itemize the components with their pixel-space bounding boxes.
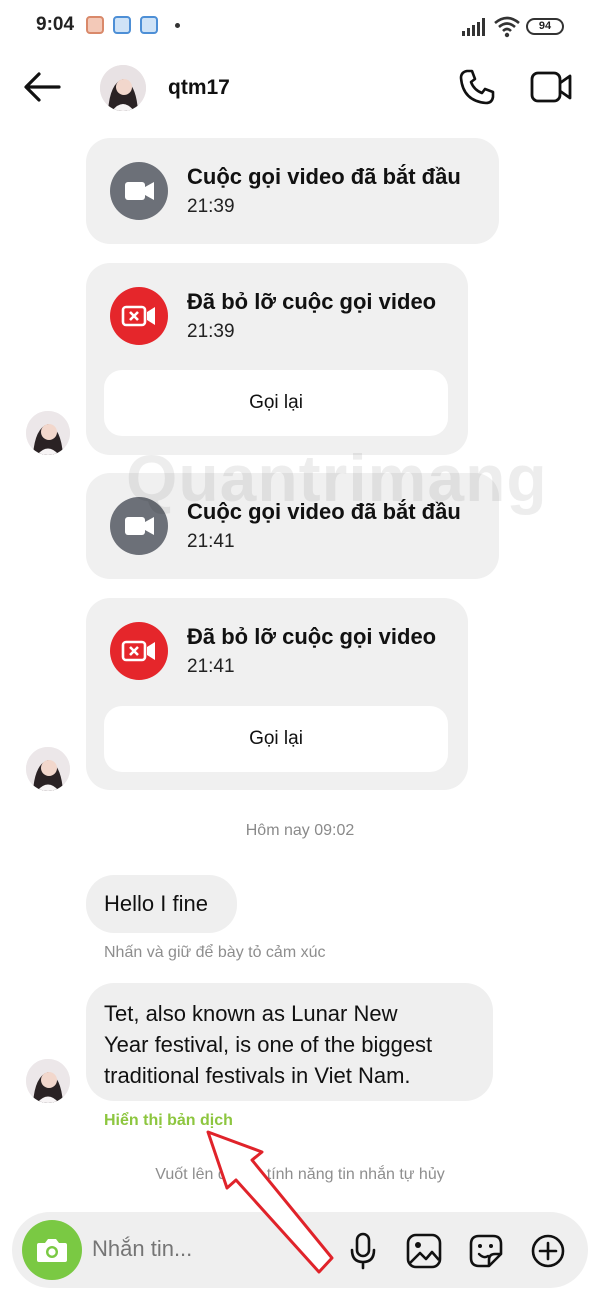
show-translation-link[interactable]: Hiển thị bản dịch (104, 1112, 233, 1130)
call-title: Đã bỏ lỡ cuộc gọi video (187, 289, 437, 314)
message-bubble[interactable]: Hello I fine (86, 875, 237, 933)
missed-call-icon (110, 622, 168, 680)
call-back-button[interactable]: Gọi lại (104, 706, 448, 772)
message-text: Hello I fine (104, 891, 208, 916)
signal-icon (462, 18, 485, 36)
call-time: 21:41 (187, 531, 235, 552)
avatar (26, 747, 70, 791)
sticker-icon[interactable] (467, 1232, 505, 1270)
message-line: Tet, also known as Lunar New (104, 1001, 398, 1026)
call-time: 21:39 (187, 321, 235, 342)
call-title: Cuộc gọi video đã bắt đầu (187, 164, 461, 189)
call-time: 21:39 (187, 196, 235, 217)
battery-indicator: 94 (526, 18, 564, 35)
back-arrow-icon[interactable] (22, 70, 62, 104)
vanish-mode-hint: Vuốt lên để bật tính năng tin nhắn tự hủ… (155, 1166, 445, 1183)
notification-app-icon (113, 16, 131, 34)
message-input[interactable] (92, 1236, 332, 1262)
avatar (26, 411, 70, 455)
chat-username[interactable]: qtm17 (168, 76, 230, 100)
camera-button[interactable] (22, 1220, 82, 1280)
call-title: Đã bỏ lỡ cuộc gọi video (187, 624, 437, 649)
notification-app-icon (86, 16, 104, 34)
missed-call-icon (110, 287, 168, 345)
avatar (26, 1059, 70, 1103)
gallery-icon[interactable] (406, 1233, 442, 1269)
day-separator: Hôm nay 09:02 (245, 822, 355, 839)
message-bubble[interactable]: Tet, also known as Lunar New Year festiv… (86, 983, 493, 1101)
message-line: Year festival, is one of the biggest (104, 1032, 433, 1057)
notification-dot (175, 23, 180, 28)
watermark: Quantrimang (126, 441, 548, 515)
microphone-icon[interactable] (348, 1232, 378, 1270)
call-time: 21:41 (187, 656, 235, 677)
reaction-hint: Nhấn và giữ để bày tỏ cảm xúc (104, 944, 326, 961)
avatar[interactable] (100, 65, 146, 111)
plus-icon[interactable] (530, 1233, 566, 1269)
call-back-button[interactable]: Gọi lại (104, 370, 448, 436)
phone-icon[interactable] (458, 68, 496, 106)
message-line: traditional festivals in Viet Nam. (104, 1063, 411, 1088)
notification-app-icon (140, 16, 158, 34)
video-call-icon (110, 162, 168, 220)
wifi-icon (494, 16, 520, 38)
camera-icon (37, 1239, 67, 1262)
video-icon[interactable] (530, 70, 572, 104)
status-time: 9:04 (36, 14, 75, 35)
